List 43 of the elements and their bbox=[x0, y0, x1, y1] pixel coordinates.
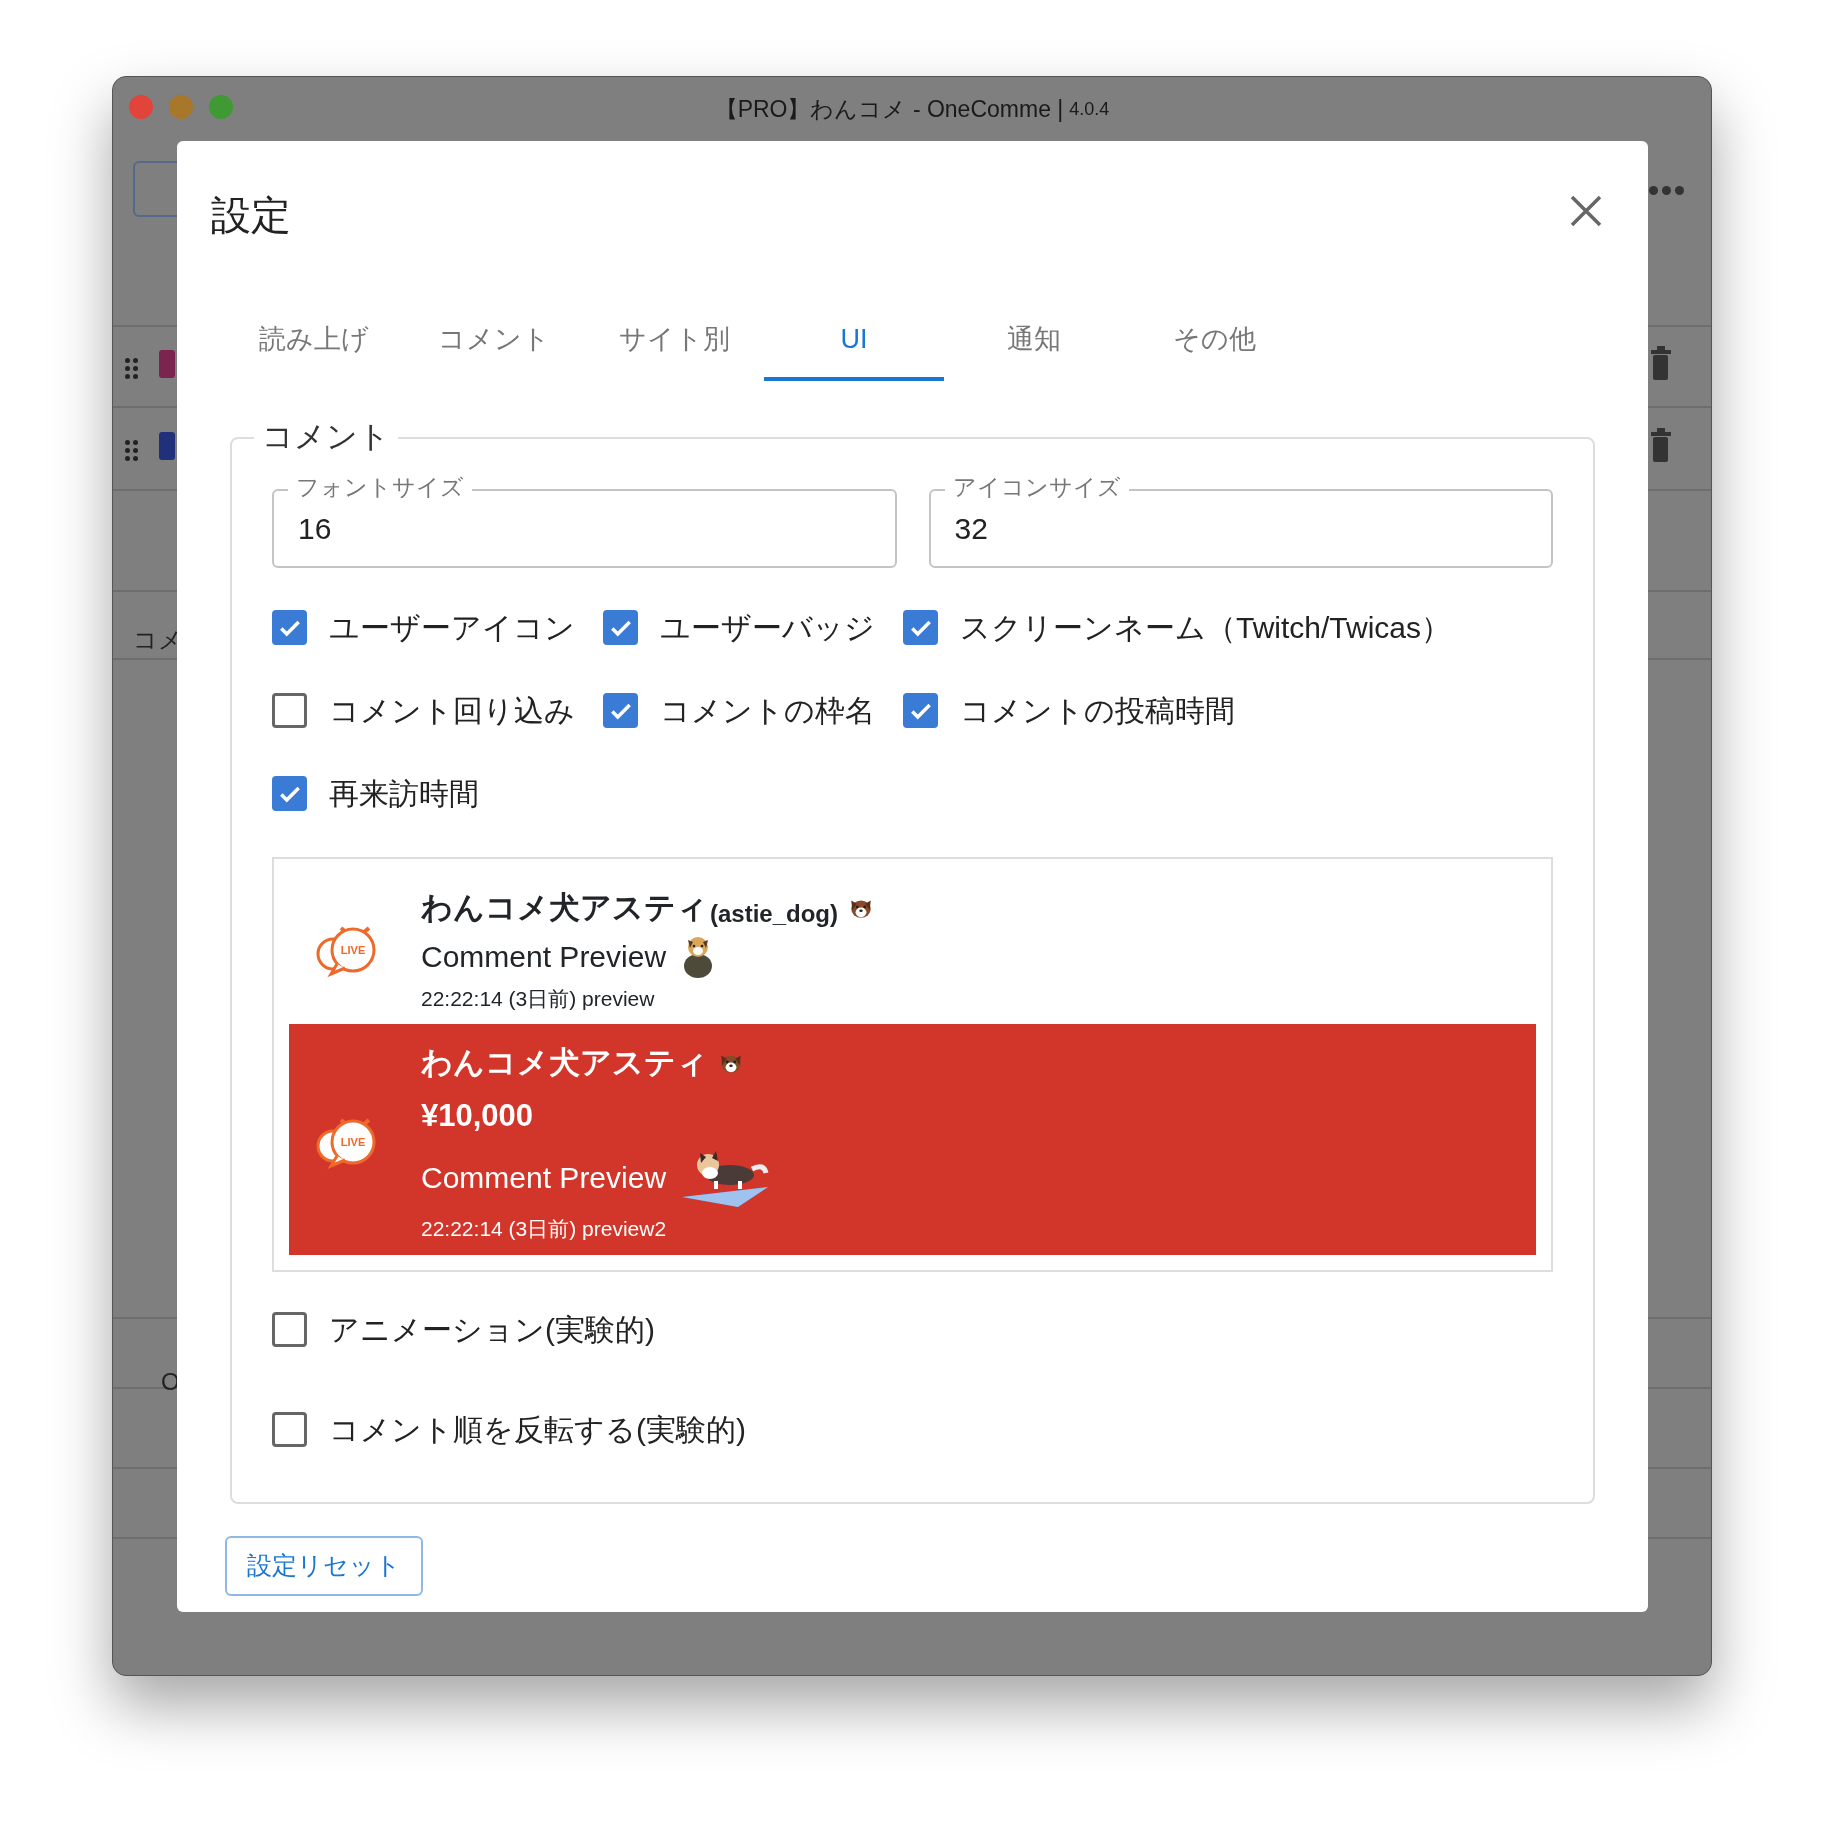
tab[interactable]: コメント bbox=[404, 301, 584, 381]
tab[interactable]: 読み上げ bbox=[224, 301, 404, 381]
checkbox[interactable] bbox=[903, 693, 938, 728]
checkbox[interactable] bbox=[603, 610, 638, 645]
checkbox-label: スクリーンネーム（Twitch/Twicas） bbox=[960, 610, 1452, 646]
checkbox-label: コメントの投稿時間 bbox=[960, 693, 1235, 729]
checkbox-label: ユーザーバッジ bbox=[660, 610, 875, 646]
checkbox[interactable] bbox=[272, 693, 307, 728]
background-label: コメ bbox=[133, 625, 183, 655]
checkbox-label: アニメーション(実験的) bbox=[329, 1312, 655, 1348]
tab[interactable]: サイト別 bbox=[584, 301, 764, 381]
close-icon[interactable] bbox=[1568, 193, 1604, 229]
trash-icon[interactable] bbox=[1651, 428, 1671, 462]
tab[interactable]: 通知 bbox=[944, 301, 1124, 381]
window-title: 【PRO】わんコメ - OneComme | bbox=[714, 94, 1064, 124]
drag-handle-icon[interactable] bbox=[125, 358, 138, 379]
dialog-title: 設定 bbox=[211, 192, 291, 239]
checkbox-label: ユーザーアイコン bbox=[329, 610, 575, 646]
user-name: わんコメ犬アスティ bbox=[421, 889, 708, 927]
checkbox-label: コメントの枠名 bbox=[660, 693, 875, 729]
checkbox-label: コメント順を反転する(実験的) bbox=[329, 1412, 746, 1448]
checkbox[interactable] bbox=[603, 693, 638, 728]
version-label: 4.0.4 bbox=[1069, 97, 1110, 121]
more-icon[interactable] bbox=[1649, 186, 1684, 195]
user-name: わんコメ犬アスティ bbox=[421, 1044, 708, 1082]
comment-time: 22:22:14 (3日前) preview bbox=[421, 985, 656, 1012]
checkbox[interactable] bbox=[272, 776, 307, 811]
checkbox-label: 再来訪時間 bbox=[329, 776, 479, 812]
trash-icon[interactable] bbox=[1651, 346, 1671, 380]
checkbox[interactable] bbox=[903, 610, 938, 645]
reset-button[interactable]: 設定リセット bbox=[225, 1536, 423, 1596]
drag-handle-icon[interactable] bbox=[125, 440, 138, 461]
tab[interactable]: UI bbox=[764, 301, 944, 381]
checkbox[interactable] bbox=[272, 1312, 307, 1347]
comment-text: Comment Preview bbox=[421, 1159, 667, 1196]
amount-label: ¥10,000 bbox=[421, 1096, 535, 1135]
screen-name: (astie_dog) bbox=[710, 898, 838, 929]
tab[interactable]: その他 bbox=[1124, 301, 1304, 381]
comment-time: 22:22:14 (3日前) preview2 bbox=[421, 1216, 668, 1242]
checkbox[interactable] bbox=[272, 1412, 307, 1447]
comment-text: Comment Preview bbox=[421, 938, 667, 975]
checkbox-label: コメント回り込み bbox=[329, 693, 575, 729]
checkbox[interactable] bbox=[272, 610, 307, 645]
